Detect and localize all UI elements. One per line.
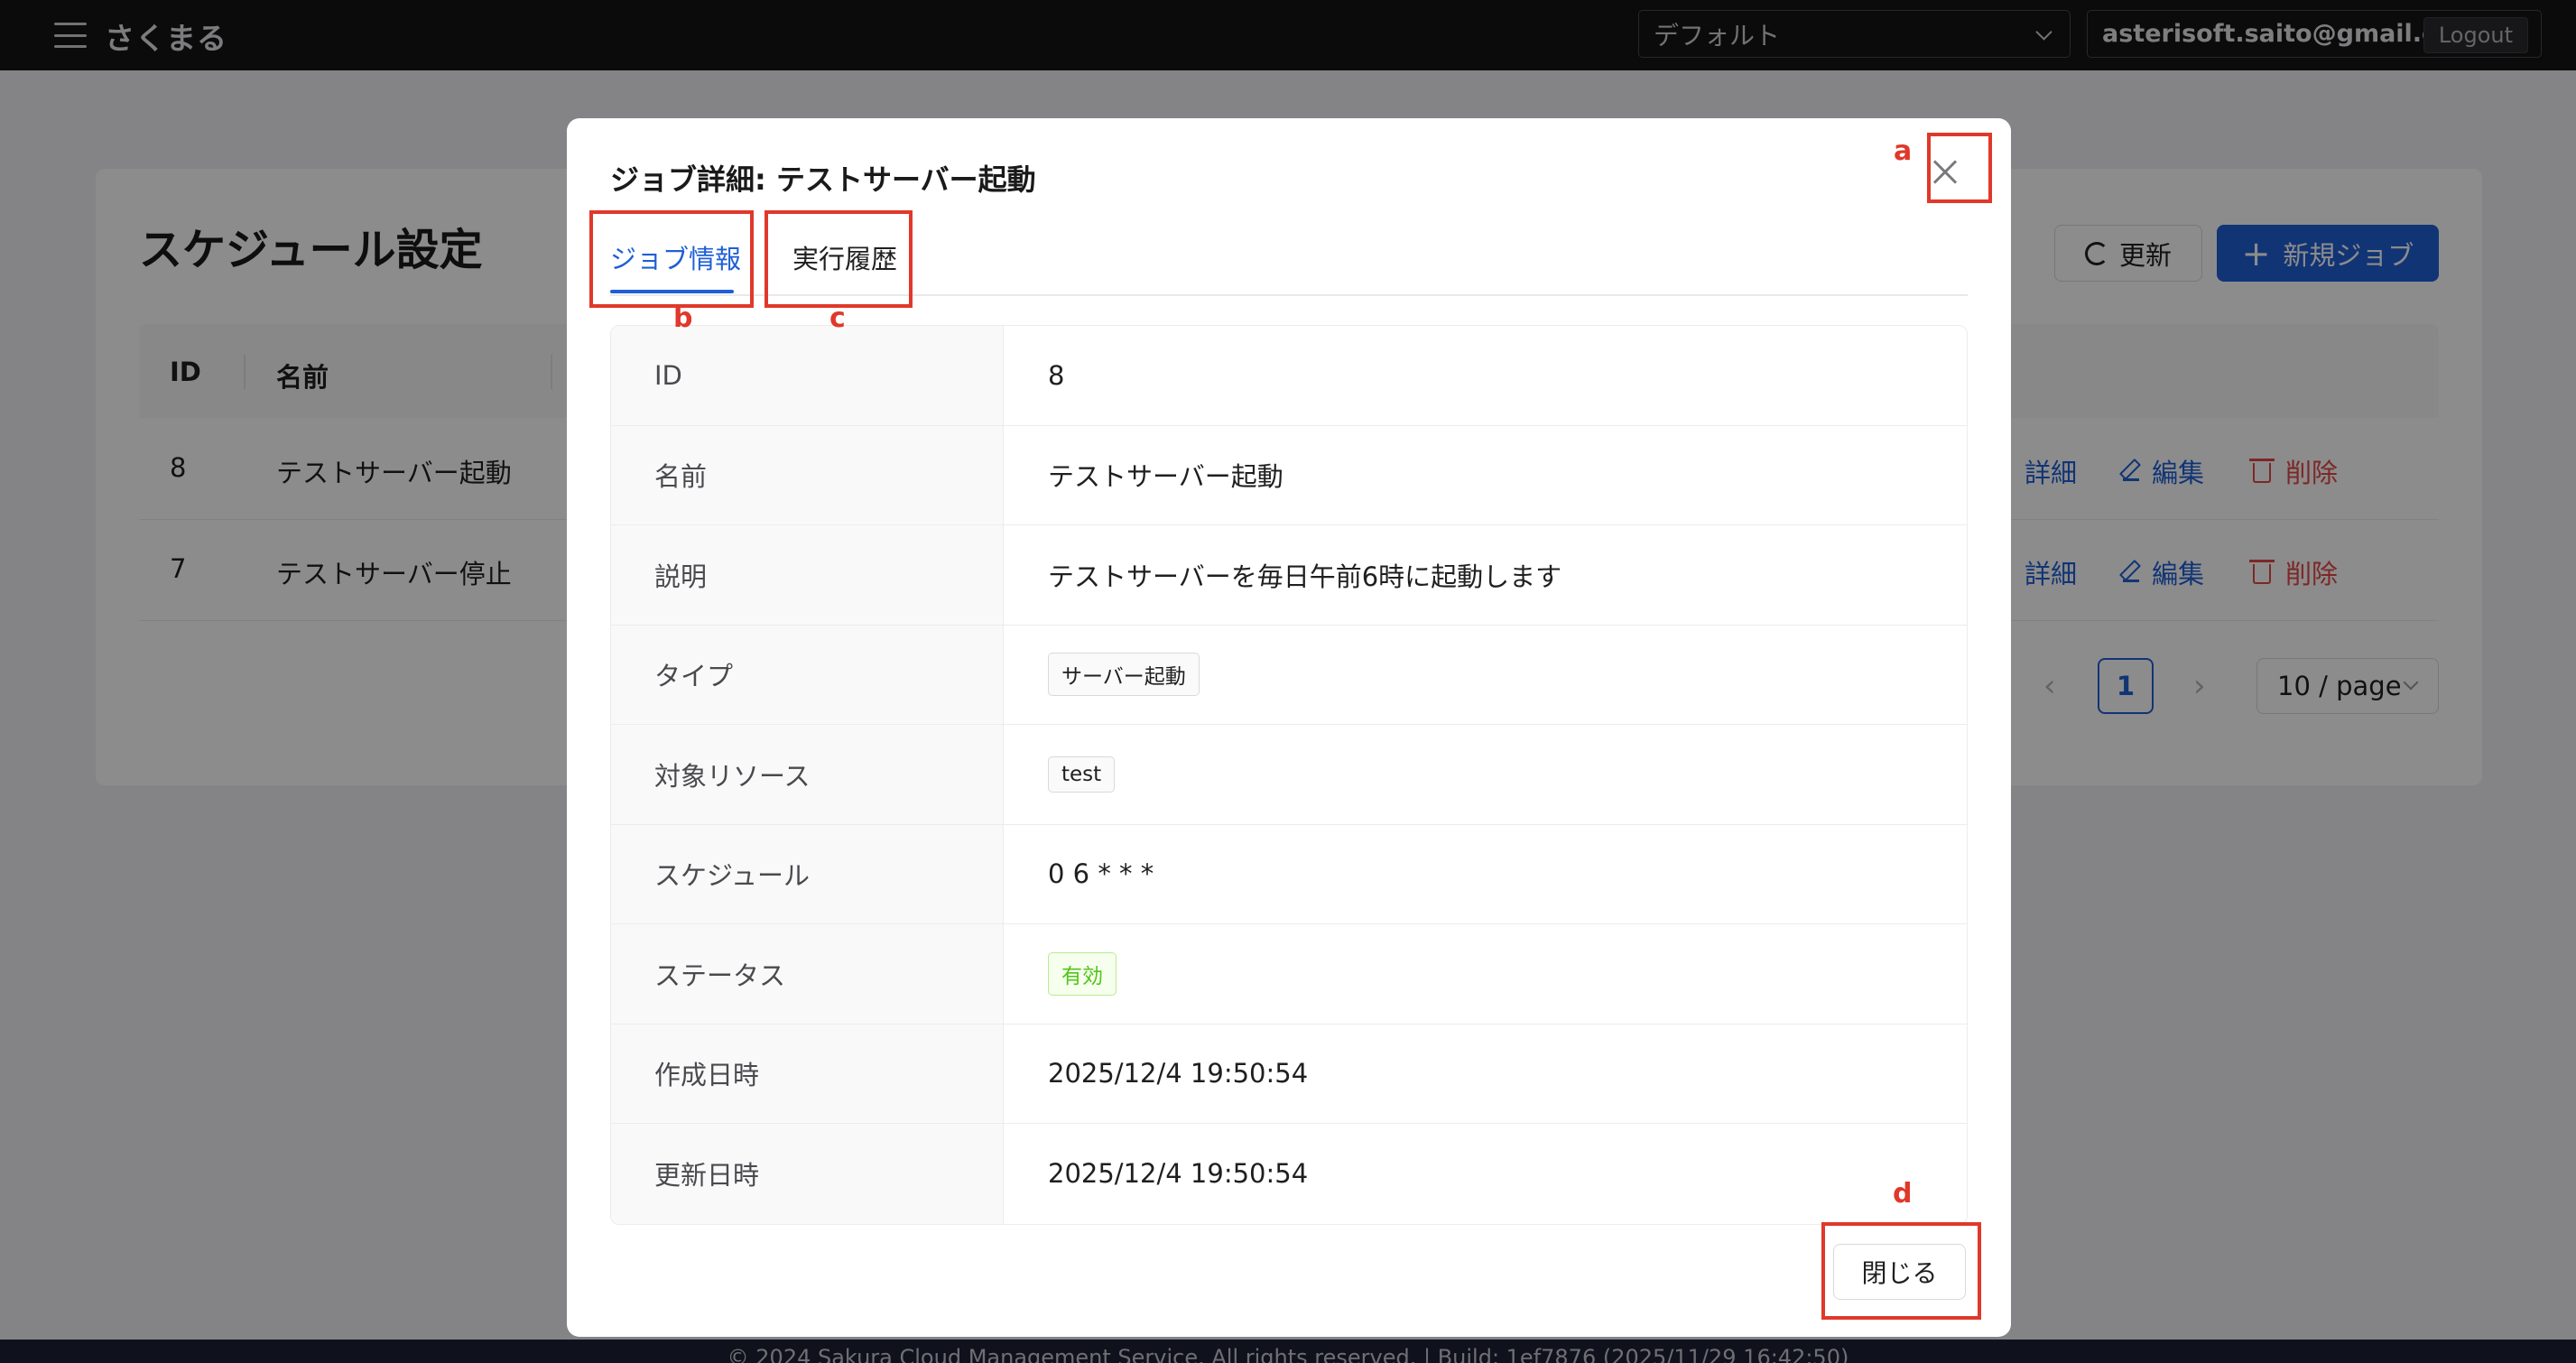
detail-row-target-resource: 対象リソース test (611, 725, 1967, 825)
detail-value: test (1004, 725, 1967, 824)
detail-value: 2025/12/4 19:50:54 (1048, 1058, 1309, 1089)
annotation-box-d (1821, 1222, 1981, 1320)
detail-label: 更新日時 (611, 1124, 1004, 1224)
status-badge: 有効 (1048, 951, 1117, 996)
detail-value: 有効 (1004, 924, 1967, 1024)
detail-row-id: ID 8 (611, 326, 1967, 426)
annotation-box-b (589, 210, 754, 308)
detail-value: テストサーバー起動 (1048, 461, 1283, 493)
detail-row-type: タイプ サーバー起動 (611, 625, 1967, 725)
detail-label: スケジュール (611, 824, 1004, 923)
detail-label: ステータス (611, 924, 1004, 1024)
detail-value: 0 6 * * * (1048, 858, 1154, 890)
annotation-label-a: a (1894, 135, 1913, 167)
detail-label: 対象リソース (611, 725, 1004, 824)
detail-row-name: 名前 テストサーバー起動 (611, 425, 1967, 525)
resource-tag: test (1048, 756, 1116, 793)
detail-row-created-at: 作成日時 2025/12/4 19:50:54 (611, 1024, 1967, 1124)
detail-value: 2025/12/4 19:50:54 (1048, 1158, 1309, 1190)
detail-label: 名前 (611, 425, 1004, 524)
detail-value: サーバー起動 (1004, 626, 1967, 725)
detail-label: 作成日時 (611, 1024, 1004, 1123)
annotation-label-c: c (829, 302, 846, 334)
detail-label: タイプ (611, 625, 1004, 724)
detail-value: 8 (1048, 359, 1065, 391)
detail-row-status: ステータス 有効 (611, 924, 1967, 1025)
detail-label: ID (611, 326, 1004, 425)
annotation-label-b: b (673, 302, 693, 334)
modal-title: ジョブ詳細: テストサーバー起動 (610, 162, 1036, 197)
type-tag: サーバー起動 (1048, 653, 1200, 697)
job-detail-table: ID 8 名前 テストサーバー起動 説明 テストサーバーを毎日午前6時に起動しま… (610, 325, 1968, 1225)
detail-label: 説明 (611, 525, 1004, 625)
annotation-label-d: d (1893, 1178, 1913, 1210)
detail-row-description: 説明 テストサーバーを毎日午前6時に起動します (611, 525, 1967, 626)
annotation-box-a (1927, 133, 1992, 203)
detail-row-schedule: スケジュール 0 6 * * * (611, 824, 1967, 924)
detail-value: テストサーバーを毎日午前6時に起動します (1048, 561, 1562, 592)
detail-row-updated-at: 更新日時 2025/12/4 19:50:54 (611, 1124, 1967, 1224)
annotation-box-c (764, 210, 913, 308)
